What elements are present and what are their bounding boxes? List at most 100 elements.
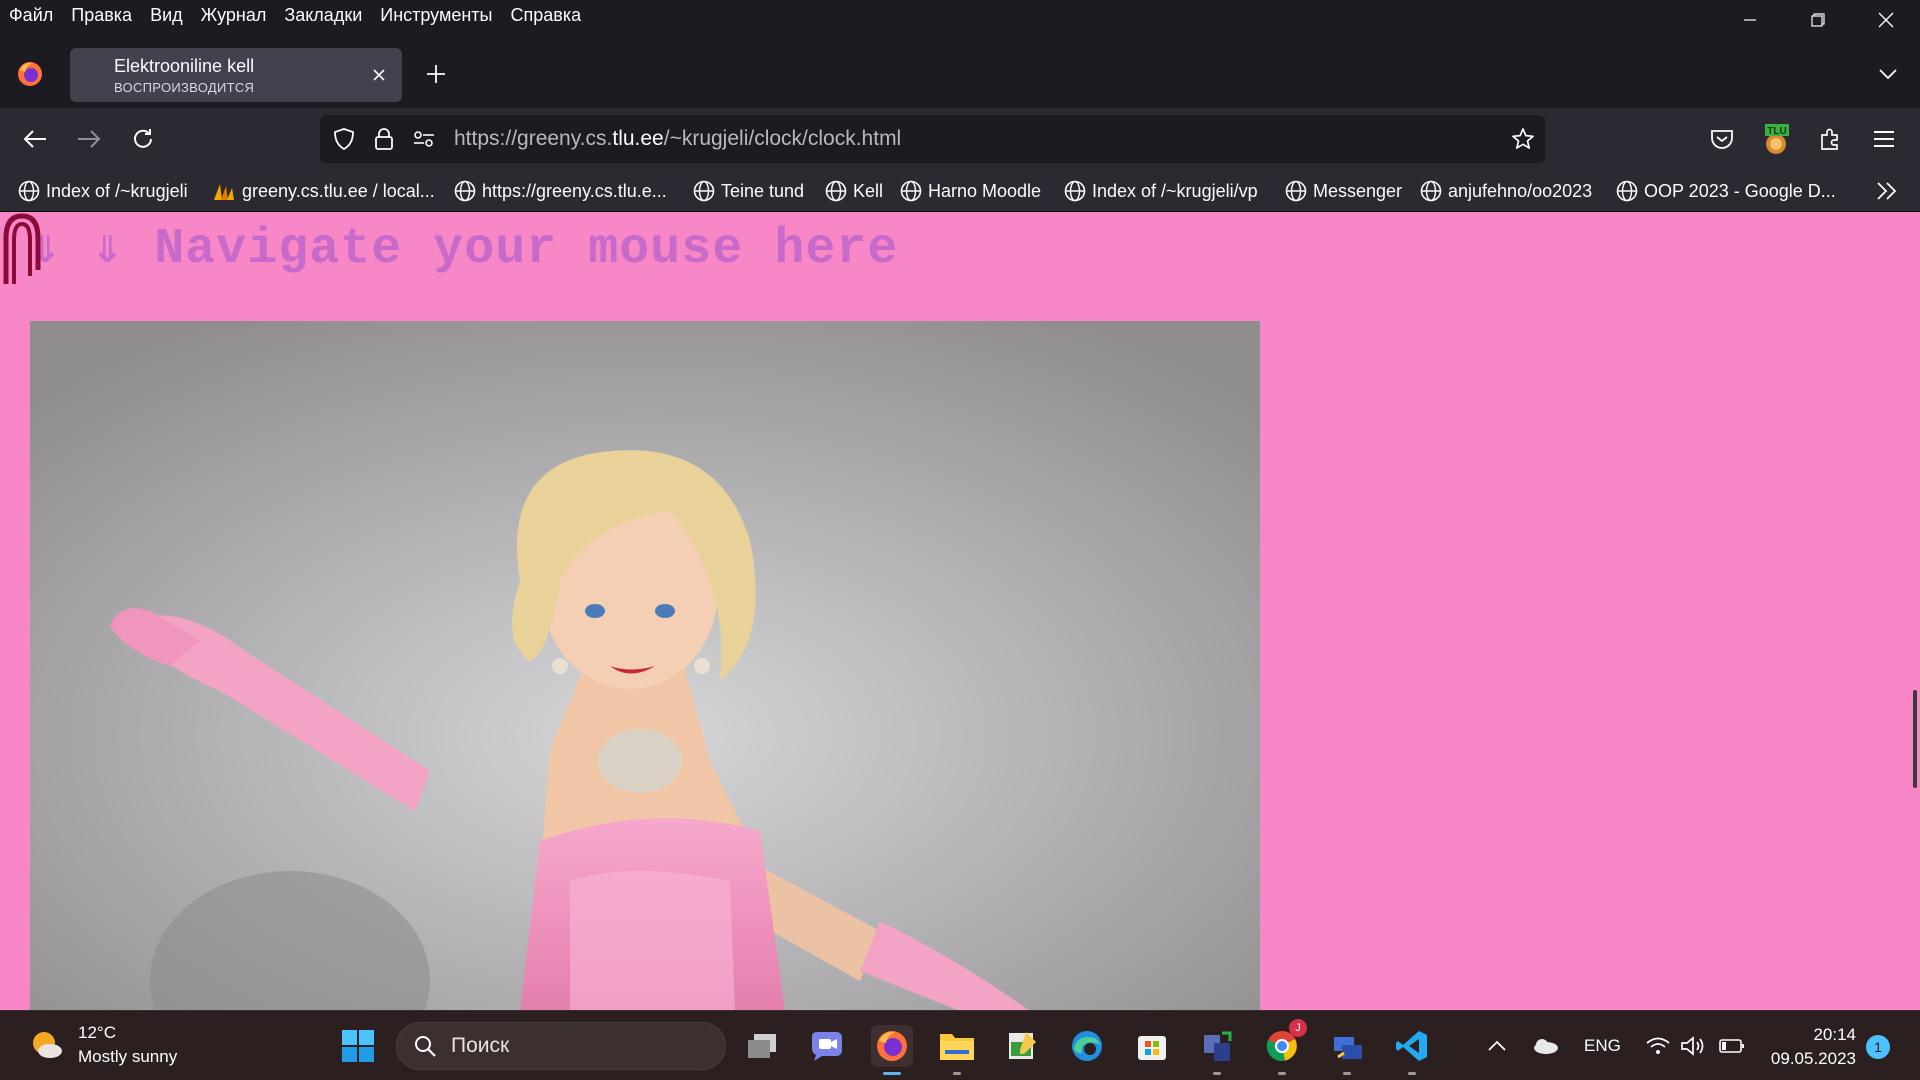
language-label: ENG	[1584, 1036, 1621, 1055]
site-security-icon[interactable]	[372, 127, 396, 151]
taskbar-clock[interactable]: 20:14 09.05.2023	[1771, 1023, 1856, 1071]
taskbar-microsoft-store[interactable]	[1131, 1025, 1173, 1067]
profile-badge: J	[1289, 1019, 1307, 1037]
bookmark-item[interactable]: Index of /~krugjeli	[18, 178, 188, 204]
menu-help[interactable]: Справка	[502, 0, 591, 30]
bookmark-item[interactable]: OOP 2023 - Google D...	[1616, 178, 1836, 204]
edge-icon	[1072, 1031, 1102, 1061]
extensions-button[interactable]	[1813, 122, 1847, 156]
weather-widget[interactable]: 12°C Mostly sunny	[28, 1021, 177, 1069]
lock-icon	[375, 128, 393, 150]
close-window-button[interactable]	[1852, 0, 1920, 40]
forward-button[interactable]	[72, 122, 106, 156]
bookmark-item[interactable]: Teine tund	[693, 178, 804, 204]
onedrive-button[interactable]	[1524, 1025, 1566, 1067]
bookmark-item[interactable]: Messenger	[1285, 178, 1402, 204]
bookmark-label: Messenger	[1313, 180, 1403, 201]
menu-history[interactable]: Журнал	[192, 0, 276, 30]
bookmarks-overflow-button[interactable]	[1876, 178, 1904, 204]
windows-taskbar: 12°C Mostly sunny Поиск J ENG 20:14 09.0…	[0, 1010, 1920, 1080]
restore-icon	[1811, 13, 1825, 27]
shield-icon	[334, 128, 354, 151]
scrollbar-thumb[interactable]	[1913, 690, 1917, 788]
tab-strip: Elektrooniline kell воспроизводится	[0, 40, 1920, 108]
window-controls	[1716, 0, 1920, 40]
menu-tools[interactable]: Инструменты	[371, 0, 501, 30]
pocket-button[interactable]	[1705, 122, 1739, 156]
battery-button[interactable]	[1711, 1025, 1753, 1067]
tlu-badge-text: TLU	[1767, 126, 1786, 137]
running-indicator	[1343, 1072, 1351, 1075]
battery-icon	[1719, 1039, 1744, 1053]
tracking-protection-icon[interactable]	[332, 127, 356, 151]
tab-close-button[interactable]	[368, 64, 390, 86]
bookmark-item[interactable]: Harno Moodle	[900, 178, 1041, 204]
reload-button[interactable]	[126, 122, 160, 156]
taskbar-firefox[interactable]	[871, 1025, 913, 1075]
vscode-icon	[1396, 1031, 1427, 1061]
language-indicator[interactable]: ENG	[1584, 1011, 1621, 1080]
bookmark-item[interactable]: https://greeny.cs.tlu.e...	[454, 178, 667, 204]
running-indicator	[1213, 1072, 1221, 1075]
bookmark-item[interactable]: Index of /~krugjeli/vp	[1064, 178, 1258, 204]
globe-icon	[1064, 180, 1086, 202]
search-icon	[415, 1036, 436, 1057]
start-button[interactable]	[337, 1025, 379, 1067]
bookmark-item[interactable]: anjufehno/oo2023	[1420, 178, 1592, 204]
menu-bar: Файл Правка Вид Журнал Закладки Инструме…	[0, 0, 1920, 30]
bookmark-label: Index of /~krugjeli	[46, 180, 188, 201]
back-button[interactable]	[18, 122, 52, 156]
taskbar-file-transfer-app[interactable]	[1196, 1025, 1238, 1075]
taskbar-notepad-app[interactable]	[1001, 1025, 1043, 1067]
menu-file[interactable]: Файл	[0, 0, 62, 30]
minimize-button[interactable]	[1716, 0, 1784, 40]
taskbar-search[interactable]: Поиск	[396, 1022, 726, 1070]
url-prefix: https://greeny.cs.	[454, 127, 613, 150]
app-menu-button[interactable]	[1867, 122, 1901, 156]
windows-logo-icon	[342, 1030, 374, 1062]
chevron-down-icon	[1879, 69, 1897, 80]
bookmark-label: https://greeny.cs.tlu.e...	[482, 180, 667, 201]
menu-view[interactable]: Вид	[141, 0, 192, 30]
taskbar-file-explorer[interactable]	[936, 1025, 978, 1075]
restore-button[interactable]	[1784, 0, 1852, 40]
teams-chat-button[interactable]	[806, 1025, 848, 1067]
volume-button[interactable]	[1672, 1025, 1714, 1067]
taskbar-remote-desktop[interactable]	[1326, 1025, 1368, 1075]
bookmark-label: Harno Moodle	[928, 180, 1042, 201]
plus-icon	[427, 65, 445, 83]
url-text[interactable]: https://greeny.cs.tlu.ee/~krugjeli/clock…	[454, 127, 901, 151]
list-all-tabs-button[interactable]	[1872, 58, 1904, 90]
tab-active[interactable]: Elektrooniline kell воспроизводится	[70, 48, 402, 102]
menu-bookmarks[interactable]: Закладки	[275, 0, 371, 30]
bookmark-item[interactable]: greeny.cs.tlu.ee / local...	[212, 178, 435, 204]
task-view-button[interactable]	[741, 1025, 783, 1067]
new-tab-button[interactable]	[420, 58, 452, 90]
clock-time: 20:14	[1813, 1025, 1856, 1044]
url-bar[interactable]: https://greeny.cs.tlu.ee/~krugjeli/clock…	[320, 115, 1545, 163]
taskbar-chrome[interactable]: J	[1261, 1019, 1307, 1075]
show-hidden-icons-button[interactable]	[1476, 1025, 1518, 1067]
bookmark-label: OOP 2023 - Google D...	[1644, 180, 1836, 201]
double-chevron-right-icon	[1877, 182, 1897, 200]
running-indicator	[1278, 1072, 1286, 1075]
tlu-extension-icon: TLU	[1765, 124, 1789, 154]
bookmark-star-button[interactable]	[1511, 127, 1535, 151]
tlu-extension-button[interactable]: TLU	[1759, 122, 1793, 156]
notification-badge[interactable]: 1	[1866, 1035, 1890, 1059]
running-indicator	[1408, 1072, 1416, 1075]
bookmark-item[interactable]: Kell	[825, 178, 883, 204]
globe-icon	[693, 180, 715, 202]
cursor-hand-icon	[3, 213, 41, 284]
minimize-icon	[1744, 19, 1756, 21]
globe-icon	[18, 180, 40, 202]
taskbar-edge[interactable]	[1066, 1025, 1108, 1067]
firefox-menu-icon[interactable]	[16, 60, 44, 88]
task-view-icon	[748, 1034, 776, 1058]
store-icon	[1138, 1036, 1166, 1060]
menu-edit[interactable]: Правка	[62, 0, 141, 30]
taskbar-vscode[interactable]	[1391, 1025, 1433, 1075]
chat-icon	[812, 1032, 842, 1061]
globe-icon	[454, 180, 476, 202]
permissions-icon[interactable]	[412, 127, 436, 151]
